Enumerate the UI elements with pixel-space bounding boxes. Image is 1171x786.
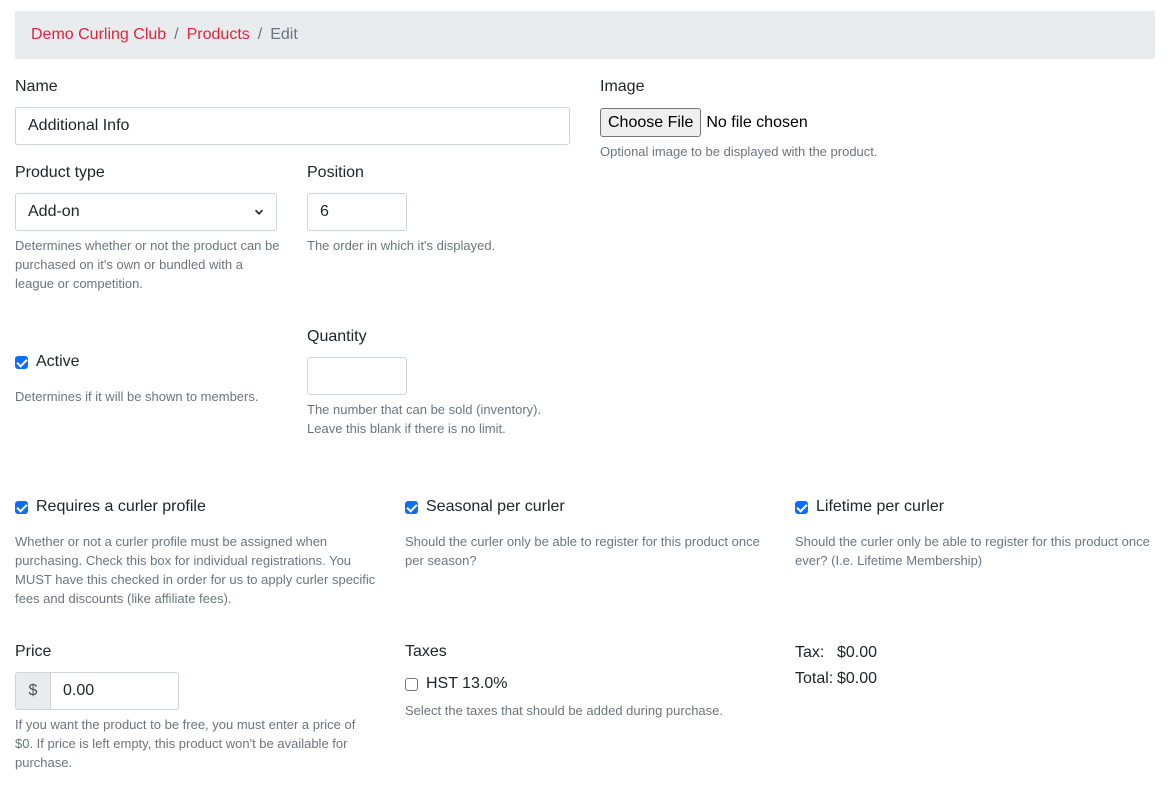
- taxes-help: Select the taxes that should be added du…: [405, 703, 723, 718]
- requires-profile-help: Whether or not a curler profile must be …: [15, 534, 376, 606]
- active-checkbox-row[interactable]: Active: [15, 353, 80, 371]
- product-type-label: Product type: [15, 164, 105, 181]
- quantity-input[interactable]: [307, 357, 407, 395]
- image-file-picker: Choose File No file chosen: [600, 108, 808, 137]
- breadcrumb-products-link[interactable]: Products: [187, 26, 250, 44]
- requires-profile-label: Requires a curler profile: [36, 498, 206, 515]
- image-label: Image: [600, 78, 645, 95]
- grand-total-value: $0.00: [837, 670, 878, 687]
- name-label: Name: [15, 78, 58, 95]
- tax-total-value: $0.00: [837, 644, 878, 661]
- position-help: The order in which it's displayed.: [307, 238, 496, 253]
- taxes-label: Taxes: [405, 643, 447, 660]
- seasonal-label: Seasonal per curler: [426, 498, 565, 515]
- product-type-value: Add-on: [28, 203, 80, 220]
- currency-addon: $: [15, 672, 50, 710]
- price-help: If you want the product to be free, you …: [15, 717, 356, 770]
- lifetime-label: Lifetime per curler: [816, 498, 945, 515]
- grand-total-label: Total:: [795, 670, 834, 687]
- lifetime-checkbox-row[interactable]: Lifetime per curler: [795, 498, 944, 516]
- active-checkbox[interactable]: [15, 355, 28, 369]
- breadcrumb-club-link[interactable]: Demo Curling Club: [31, 26, 166, 44]
- tax-hst-label: HST 13.0%: [426, 675, 508, 692]
- breadcrumb-separator: /: [174, 26, 179, 43]
- lifetime-checkbox[interactable]: [795, 500, 808, 514]
- name-input[interactable]: Additional Info: [15, 107, 570, 145]
- totals-summary: Tax: $0.00 Total: $0.00: [795, 640, 877, 692]
- price-input-group: $ 0.00: [15, 672, 179, 710]
- tax-hst-checkbox-row[interactable]: HST 13.0%: [405, 675, 508, 693]
- position-label: Position: [307, 164, 364, 181]
- active-help: Determines if it will be shown to member…: [15, 389, 259, 404]
- breadcrumb-current: Edit: [270, 26, 298, 43]
- breadcrumb-separator: /: [257, 26, 263, 43]
- product-type-help: Determines whether or not the product ca…: [15, 238, 280, 291]
- image-help: Optional image to be displayed with the …: [600, 144, 878, 159]
- position-input[interactable]: 6: [307, 193, 407, 231]
- price-label: Price: [15, 643, 52, 660]
- quantity-label: Quantity: [307, 328, 367, 345]
- lifetime-help: Should the curler only be able to regist…: [795, 534, 1150, 568]
- chevron-down-icon: [254, 209, 264, 215]
- breadcrumb: Demo Curling Club / Products / Edit: [15, 11, 1155, 59]
- file-status: No file chosen: [706, 113, 808, 131]
- product-type-select[interactable]: Add-on: [15, 193, 277, 231]
- tax-total-label: Tax:: [795, 644, 825, 661]
- seasonal-checkbox-row[interactable]: Seasonal per curler: [405, 498, 565, 516]
- seasonal-checkbox[interactable]: [405, 500, 418, 514]
- requires-profile-checkbox-row[interactable]: Requires a curler profile: [15, 498, 206, 516]
- position-input-value: 6: [320, 203, 329, 220]
- name-input-value: Additional Info: [28, 117, 130, 134]
- seasonal-help: Should the curler only be able to regist…: [405, 534, 760, 568]
- active-label: Active: [36, 353, 80, 370]
- quantity-help: The number that can be sold (inventory).…: [307, 402, 542, 436]
- price-input[interactable]: 0.00: [50, 672, 179, 710]
- requires-profile-checkbox[interactable]: [15, 500, 28, 514]
- choose-file-button[interactable]: Choose File: [600, 108, 702, 137]
- tax-hst-checkbox[interactable]: [405, 677, 418, 691]
